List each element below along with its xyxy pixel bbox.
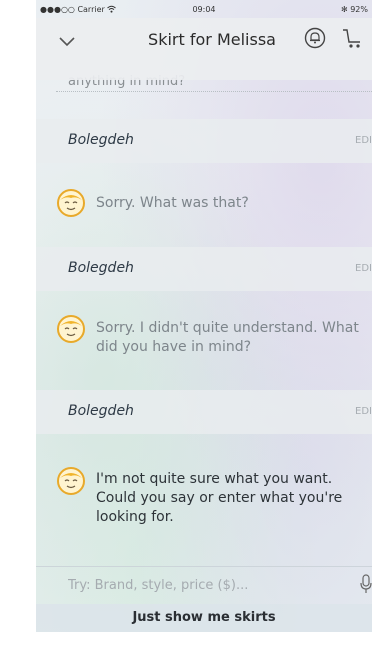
search-input[interactable] <box>36 568 372 602</box>
battery-status: ✻ 92% <box>341 5 368 14</box>
user-entry: Bolegdeh EDI <box>36 390 372 434</box>
navigation-bar: Skirt for Melissa <box>36 18 372 80</box>
user-entry-text: Bolegdeh <box>68 403 134 419</box>
bluetooth-icon: ✻ <box>340 5 348 14</box>
user-entry: Bolegdeh EDI <box>36 247 372 291</box>
show-skirts-button[interactable]: Just show me skirts <box>36 604 372 632</box>
cart-icon[interactable] <box>342 27 362 49</box>
edit-button[interactable]: EDI <box>355 263 372 274</box>
phone-screen: ●●●○○ Carrier 09:04 ✻ 92% Skirt for Meli… <box>36 0 372 632</box>
bot-message-text: Sorry. What was that? <box>96 195 249 211</box>
page-title-text: Skirt for Melissa <box>148 30 276 49</box>
input-area: Just show me skirts <box>36 568 372 632</box>
bot-message-text: Sorry. I didn't quite understand. What d… <box>96 320 359 355</box>
bot-message-text: I'm not quite sure what you want. Could … <box>96 471 343 525</box>
microphone-icon[interactable] <box>360 574 372 594</box>
user-entry-text: Bolegdeh <box>68 260 134 276</box>
edit-button[interactable]: EDI <box>355 135 372 146</box>
bot-avatar-icon <box>57 467 85 495</box>
bot-avatar-icon <box>57 315 85 343</box>
bot-avatar-icon <box>57 189 85 217</box>
input-divider <box>36 566 372 567</box>
bell-icon[interactable] <box>304 27 326 49</box>
clock: 09:04 <box>192 5 216 14</box>
message-divider <box>56 91 372 92</box>
edit-button[interactable]: EDI <box>355 406 372 417</box>
user-entry-text: Bolegdeh <box>68 132 134 148</box>
user-entry: Bolegdeh EDI <box>36 119 372 163</box>
status-bar: ●●●○○ Carrier 09:04 ✻ 92% <box>36 0 372 18</box>
battery-percent: 92% <box>350 5 368 14</box>
